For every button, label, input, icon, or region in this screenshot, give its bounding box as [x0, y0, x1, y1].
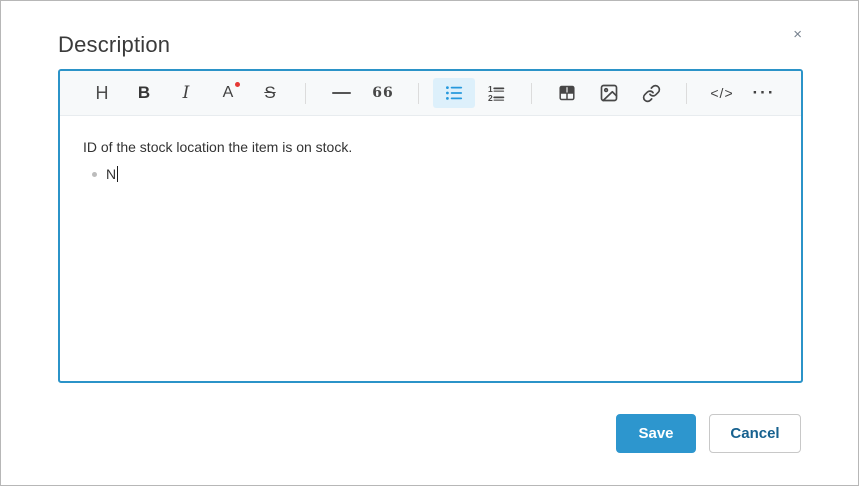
numbered-list-icon: 1 2	[488, 84, 505, 103]
ellipsis-icon: ···	[752, 83, 776, 102]
editor-paragraph: ID of the stock location the item is on …	[83, 139, 353, 155]
bold-button[interactable]: B	[123, 78, 165, 108]
dialog-title: Description	[58, 32, 171, 57]
bullet-list-button[interactable]	[433, 78, 475, 108]
link-button[interactable]	[630, 78, 672, 108]
editor-toolbar: H B I A S 66 1 2 </> ···	[60, 71, 801, 116]
font-color-button[interactable]: A	[207, 78, 249, 108]
toolbar-divider	[686, 82, 687, 104]
strikethrough-icon: S	[264, 83, 276, 102]
dialog-footer: Save Cancel	[616, 414, 801, 453]
strikethrough-button[interactable]: S	[249, 78, 291, 108]
image-icon	[600, 84, 618, 102]
editor-content-area[interactable]: ID of the stock location the item is on …	[60, 116, 801, 381]
cancel-button[interactable]: Cancel	[709, 414, 801, 453]
italic-button[interactable]: I	[165, 78, 207, 108]
numbered-list-button[interactable]: 1 2	[475, 78, 517, 108]
list-item-text: N	[106, 166, 117, 182]
table-button[interactable]	[546, 78, 588, 108]
bullet-list-icon	[446, 86, 463, 100]
horizontal-rule-button[interactable]	[320, 78, 362, 108]
link-icon	[642, 84, 660, 102]
save-button[interactable]: Save	[616, 414, 696, 453]
toolbar-divider	[305, 82, 306, 104]
more-options-button[interactable]: ···	[743, 78, 785, 108]
horizontal-rule-icon	[331, 92, 351, 94]
toolbar-divider	[418, 82, 419, 104]
heading-icon: H	[95, 82, 109, 103]
table-icon	[559, 85, 575, 101]
description-dialog: Description × H B I A S 66 1 2 </> ··· I…	[0, 0, 859, 486]
bold-icon: B	[137, 83, 151, 102]
heading-button[interactable]: H	[81, 78, 123, 108]
svg-text:2: 2	[488, 93, 493, 103]
blockquote-button[interactable]: 66	[362, 78, 404, 108]
list-item: N	[92, 164, 777, 185]
close-icon[interactable]: ×	[787, 25, 808, 44]
italic-icon: I	[182, 83, 190, 103]
image-button[interactable]	[588, 78, 630, 108]
code-button[interactable]: </>	[701, 78, 743, 108]
code-icon: </>	[710, 85, 734, 101]
editor-bullet-list: N	[83, 164, 777, 185]
font-color-icon: A	[222, 82, 240, 101]
rich-text-editor: H B I A S 66 1 2 </> ··· ID of the stock…	[58, 69, 803, 383]
blockquote-icon: 66	[372, 85, 394, 101]
text-cursor	[117, 166, 119, 182]
toolbar-divider	[531, 82, 532, 104]
